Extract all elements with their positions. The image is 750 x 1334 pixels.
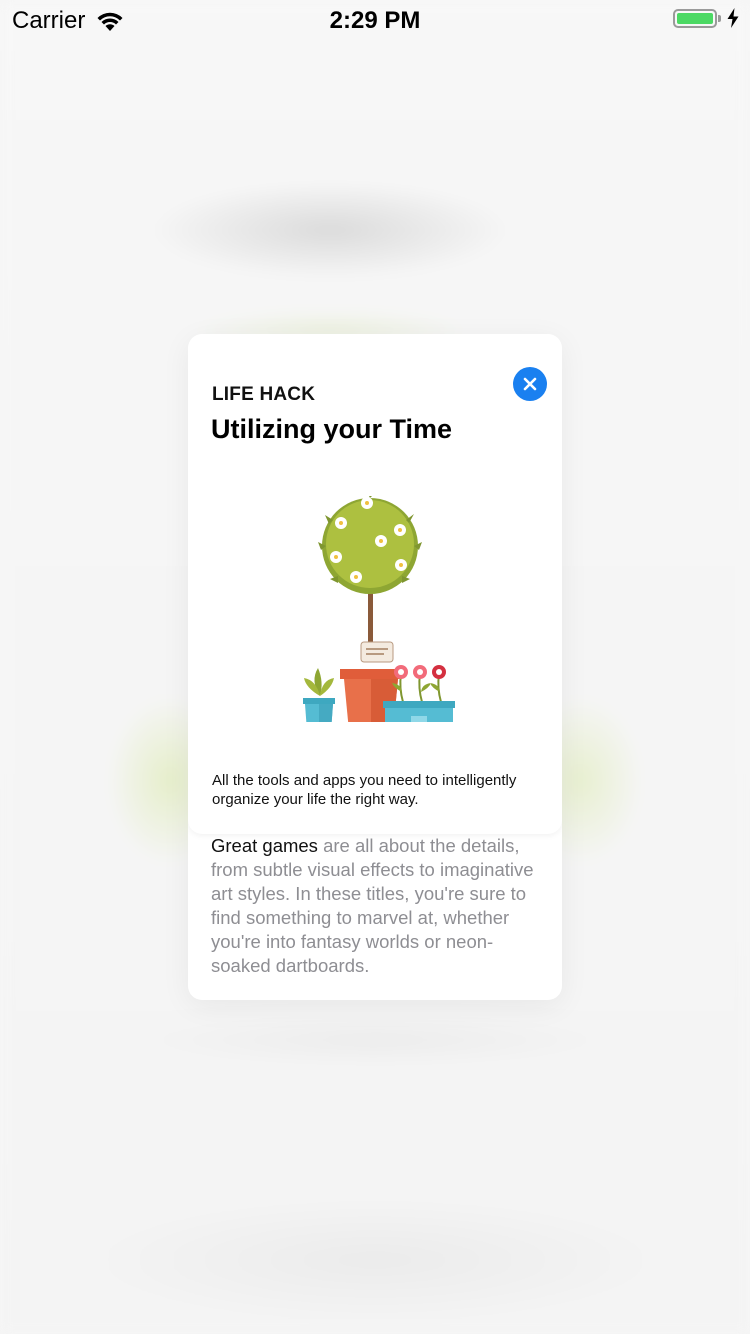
battery-icon [673, 8, 717, 28]
battery-fill [677, 12, 713, 24]
status-time: 2:29 PM [329, 7, 421, 34]
card-body-text: Great games are all about the details, f… [211, 834, 546, 978]
card-category: LIFE HACK [212, 384, 316, 405]
card-description: All the tools and apps you need to intel… [212, 772, 517, 808]
card-title: Utilizing your Time [211, 414, 453, 444]
body-rest: are all about the details, from subtle v… [211, 835, 534, 976]
close-button[interactable] [513, 367, 547, 401]
battery-indicator [673, 8, 740, 28]
article-card[interactable]: LIFE HACK Utilizing your Time All the to… [188, 334, 562, 1000]
status-bar: Carrier 2:29 PM [0, 0, 750, 40]
battery-cap [718, 14, 721, 22]
card-header: LIFE HACK Utilizing your Time All the to… [188, 334, 562, 834]
potted-plants-illustration [303, 496, 455, 722]
body-lead: Great games [211, 835, 318, 856]
charging-bolt-icon [727, 8, 739, 28]
close-icon [523, 377, 537, 391]
